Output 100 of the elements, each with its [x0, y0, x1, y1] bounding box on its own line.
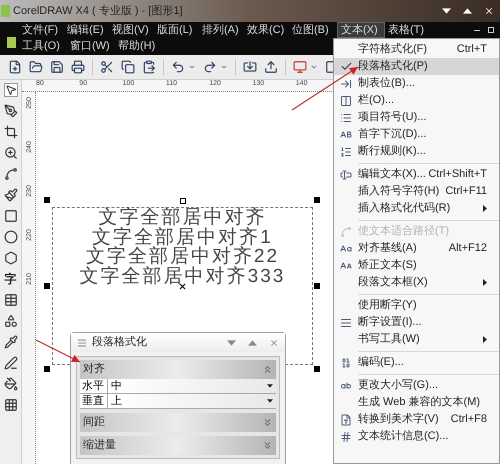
menu-bar-item[interactable]: 文本(X) — [337, 22, 385, 38]
menu-item-label: 断行规则(K)... — [358, 144, 426, 160]
case-icon — [340, 128, 352, 140]
menu-bar-item[interactable]: 文件(F) — [22, 22, 67, 38]
menu-item-label: 制表位(B)... — [358, 76, 415, 92]
menu-bar-item[interactable]: 排列(A) — [202, 22, 247, 38]
menu-bar-item[interactable]: 位图(B) — [292, 22, 337, 38]
menu-bar-item[interactable]: 窗口(W) — [70, 38, 118, 55]
polygon-tool-icon[interactable] — [4, 251, 18, 265]
binary-icon — [340, 356, 352, 368]
dropdown-caret-icon[interactable] — [310, 63, 318, 71]
menu-item[interactable]: 使用断字(Y) — [334, 297, 499, 314]
pen-tool-icon[interactable] — [4, 104, 18, 118]
selection-handle[interactable] — [44, 366, 50, 372]
columns-icon — [340, 94, 352, 106]
menu-item[interactable]: 更改大小写(G)... — [334, 377, 499, 394]
menu-item-label: 转换到美术字(V) — [358, 412, 439, 428]
section-header[interactable]: 缩进量 — [80, 436, 276, 455]
shortcut-label: Ctrl+F8 — [450, 412, 487, 428]
dropdown-field[interactable]: 上 — [108, 394, 276, 408]
redo-icon[interactable] — [203, 60, 217, 74]
menu-item[interactable]: 生成 Web 兼容的文本(M) — [334, 394, 499, 411]
minimize-icon — [442, 8, 451, 14]
menu-item[interactable]: 栏(O)... — [334, 92, 499, 109]
restore-icon[interactable] — [488, 27, 494, 33]
curve-tool-icon[interactable] — [4, 167, 18, 181]
folder-icon[interactable] — [29, 60, 43, 74]
maximize-icon — [463, 8, 472, 14]
panel-icon — [77, 338, 87, 348]
menu-item[interactable]: 文本统计信息(C)... — [334, 428, 499, 445]
menu-item[interactable]: 制表位(B)... — [334, 75, 499, 92]
menu-item[interactable]: 断字设置(I)... — [334, 314, 499, 331]
ellipse-tool-icon[interactable] — [4, 230, 18, 244]
printer-icon[interactable] — [71, 60, 85, 74]
dropdown-caret-icon[interactable] — [188, 63, 196, 71]
menu-item[interactable]: 插入符号字符(H) Ctrl+F11 — [334, 183, 499, 200]
panel-title: 段落格式化 — [92, 335, 147, 350]
annotation-arrow — [292, 66, 358, 110]
outline-tool-icon[interactable] — [4, 356, 18, 370]
selection-handle[interactable] — [44, 197, 50, 203]
text-cursor-icon — [340, 168, 352, 180]
brush-tool-icon[interactable] — [4, 188, 18, 202]
menu-bar-item[interactable]: 帮助(H) — [118, 38, 166, 55]
text-tool-icon[interactable]: 字 — [4, 272, 16, 286]
menu-bar-item[interactable]: 工具(O) — [22, 38, 70, 55]
fill-tool-icon[interactable] — [4, 377, 18, 391]
shortcut-label: Ctrl+Shift+T — [428, 167, 487, 182]
selection-handle[interactable] — [44, 283, 50, 289]
rectangle-tool-icon[interactable] — [4, 209, 18, 223]
menu-item[interactable]: 编辑文本(X)... Ctrl+Shift+T — [334, 166, 499, 183]
menu-item[interactable]: 编码(E)... — [334, 354, 499, 371]
selection-handle[interactable] — [314, 197, 320, 203]
menu-item[interactable]: 首字下沉(D)... — [334, 126, 499, 143]
dropdown-caret-icon — [267, 384, 273, 388]
menu-item-label: 对齐基线(A) — [358, 240, 417, 256]
selection-handle[interactable] — [314, 283, 320, 289]
menu-item-label: 使文本适合路径(T) — [358, 224, 450, 240]
close-icon[interactable] — [484, 6, 494, 16]
section-header[interactable]: 对齐 — [80, 360, 276, 379]
selection-handle[interactable] — [314, 366, 320, 372]
export-icon[interactable] — [264, 60, 278, 74]
menu-item[interactable]: 段落格式化(P) — [334, 58, 499, 75]
pointer-tool-icon[interactable] — [4, 83, 18, 97]
monitor-icon[interactable] — [293, 60, 307, 74]
rotation-handle[interactable] — [180, 198, 186, 204]
mesh-tool-icon[interactable] — [4, 398, 18, 412]
menu-item[interactable]: 项目符号(U)... — [334, 109, 499, 126]
menu-bar-item[interactable]: 版面(L) — [157, 22, 202, 38]
collapse-icon — [227, 340, 236, 346]
menu-bar-item[interactable]: 效果(C) — [247, 22, 292, 38]
menu-item[interactable]: 矫正文本(S) — [334, 257, 499, 274]
menu-item[interactable]: 字符格式化(F) Ctrl+T — [334, 41, 499, 58]
eyedropper-tool-icon[interactable] — [4, 335, 18, 349]
menu-item[interactable]: 转换到美术字(V) Ctrl+F8 — [334, 411, 499, 428]
expand-section-icon — [262, 440, 273, 451]
menu-bar-item[interactable]: 表格(T) — [385, 22, 433, 38]
document-icon — [6, 37, 16, 48]
new-file-icon[interactable] — [8, 60, 22, 74]
menu-bar-item[interactable]: 编辑(E) — [67, 22, 112, 38]
save-icon[interactable] — [50, 60, 64, 74]
menu-item-label: 更改大小写(G)... — [358, 378, 438, 394]
cut-icon[interactable] — [100, 60, 114, 74]
section-header[interactable]: 间距 — [80, 413, 276, 432]
menu-item[interactable]: 书写工具(W) — [334, 331, 499, 348]
menu-bar-item[interactable]: 视图(V) — [112, 22, 157, 38]
crop-tool-icon[interactable] — [4, 125, 18, 139]
zoom-tool-icon[interactable] — [4, 146, 18, 160]
menu-item[interactable]: 对齐基线(A) Alt+F12 — [334, 240, 499, 257]
shapes-tool-icon[interactable] — [4, 314, 18, 328]
menu-item[interactable]: 段落文本框(X) — [334, 274, 499, 291]
paste-icon[interactable] — [142, 60, 156, 74]
import-icon[interactable] — [243, 60, 257, 74]
menu-item-label: 使用断字(Y) — [358, 298, 417, 314]
dropdown-caret-icon[interactable] — [220, 63, 228, 71]
table-tool-icon[interactable] — [4, 293, 18, 307]
submenu-arrow-icon — [483, 279, 487, 286]
menu-item[interactable]: 插入格式化代码(R) — [334, 200, 499, 217]
undo-icon[interactable] — [171, 60, 185, 74]
copy-icon[interactable] — [121, 60, 135, 74]
menu-item[interactable]: 断行规则(K)... — [334, 143, 499, 160]
